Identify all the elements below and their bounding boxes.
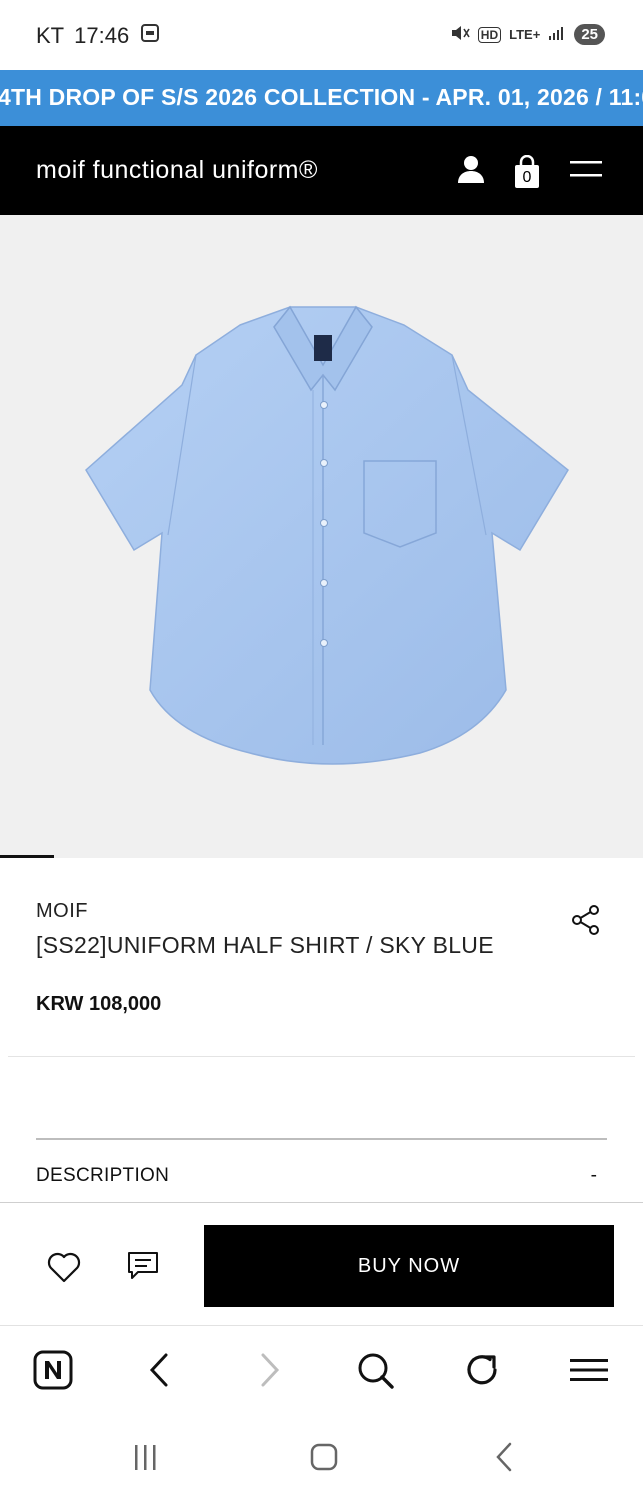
shopping-bag-icon[interactable]: 0: [513, 154, 541, 189]
menu-icon[interactable]: [569, 158, 603, 185]
signal-icon: [548, 25, 566, 44]
home-icon[interactable]: [304, 1439, 344, 1475]
description-toggle[interactable]: -: [591, 1165, 597, 1187]
forward-icon[interactable]: [246, 1347, 292, 1393]
inquiry-button[interactable]: [126, 1250, 160, 1282]
divider: [36, 1138, 607, 1140]
naver-home-icon[interactable]: [30, 1347, 76, 1393]
carrier-label: KT: [36, 23, 65, 48]
system-navigation-bar: [0, 1413, 643, 1500]
network-label: LTE+: [509, 27, 541, 42]
site-header: moif functional uniform® 0: [0, 126, 643, 215]
status-left: KT 17:46: [36, 22, 161, 50]
purchase-action-bar: BUY NOW: [0, 1202, 643, 1326]
hd-icon: HD: [477, 26, 502, 43]
recent-apps-icon[interactable]: [125, 1439, 165, 1475]
clock: 17:46: [74, 23, 130, 48]
heart-icon: [47, 1252, 81, 1283]
product-brand[interactable]: MOIF: [36, 900, 88, 923]
mute-icon: [450, 24, 470, 45]
wishlist-button[interactable]: [46, 1250, 82, 1284]
announcement-banner[interactable]: 4TH DROP OF S/S 2026 COLLECTION - APR. 0…: [0, 70, 643, 126]
shirt-illustration: [85, 305, 569, 765]
battery-level: 25: [574, 24, 605, 45]
product-image[interactable]: [0, 215, 643, 858]
user-icon[interactable]: [457, 154, 485, 189]
product-price: KRW 108,000: [36, 993, 162, 1015]
product-title: [SS22]UNIFORM HALF SHIRT / SKY BLUE: [36, 932, 494, 958]
site-logo[interactable]: moif functional uniform®: [36, 156, 318, 185]
search-icon[interactable]: [352, 1347, 398, 1393]
share-button[interactable]: [570, 904, 602, 936]
image-slider-indicator: [0, 855, 54, 858]
header-icons: 0: [457, 154, 603, 189]
back-icon[interactable]: [137, 1347, 183, 1393]
browser-toolbar: [0, 1327, 643, 1413]
screenshot-icon: [139, 22, 161, 50]
description-label: DESCRIPTION: [36, 1165, 170, 1186]
chat-icon: [128, 1252, 158, 1279]
share-icon: [572, 905, 599, 935]
status-bar: KT 17:46 HD LTE+ 25: [0, 0, 643, 70]
refresh-icon[interactable]: [459, 1347, 505, 1393]
divider: [8, 1056, 635, 1057]
back-icon[interactable]: [485, 1439, 525, 1475]
description-accordion[interactable]: DESCRIPTION -: [36, 1165, 607, 1195]
banner-text: 4TH DROP OF S/S 2026 COLLECTION - APR. 0…: [0, 84, 643, 110]
buy-now-button[interactable]: BUY NOW: [204, 1225, 614, 1307]
status-right: HD LTE+ 25: [450, 24, 605, 45]
cart-count: 0: [522, 168, 532, 186]
menu-icon[interactable]: [566, 1347, 612, 1393]
